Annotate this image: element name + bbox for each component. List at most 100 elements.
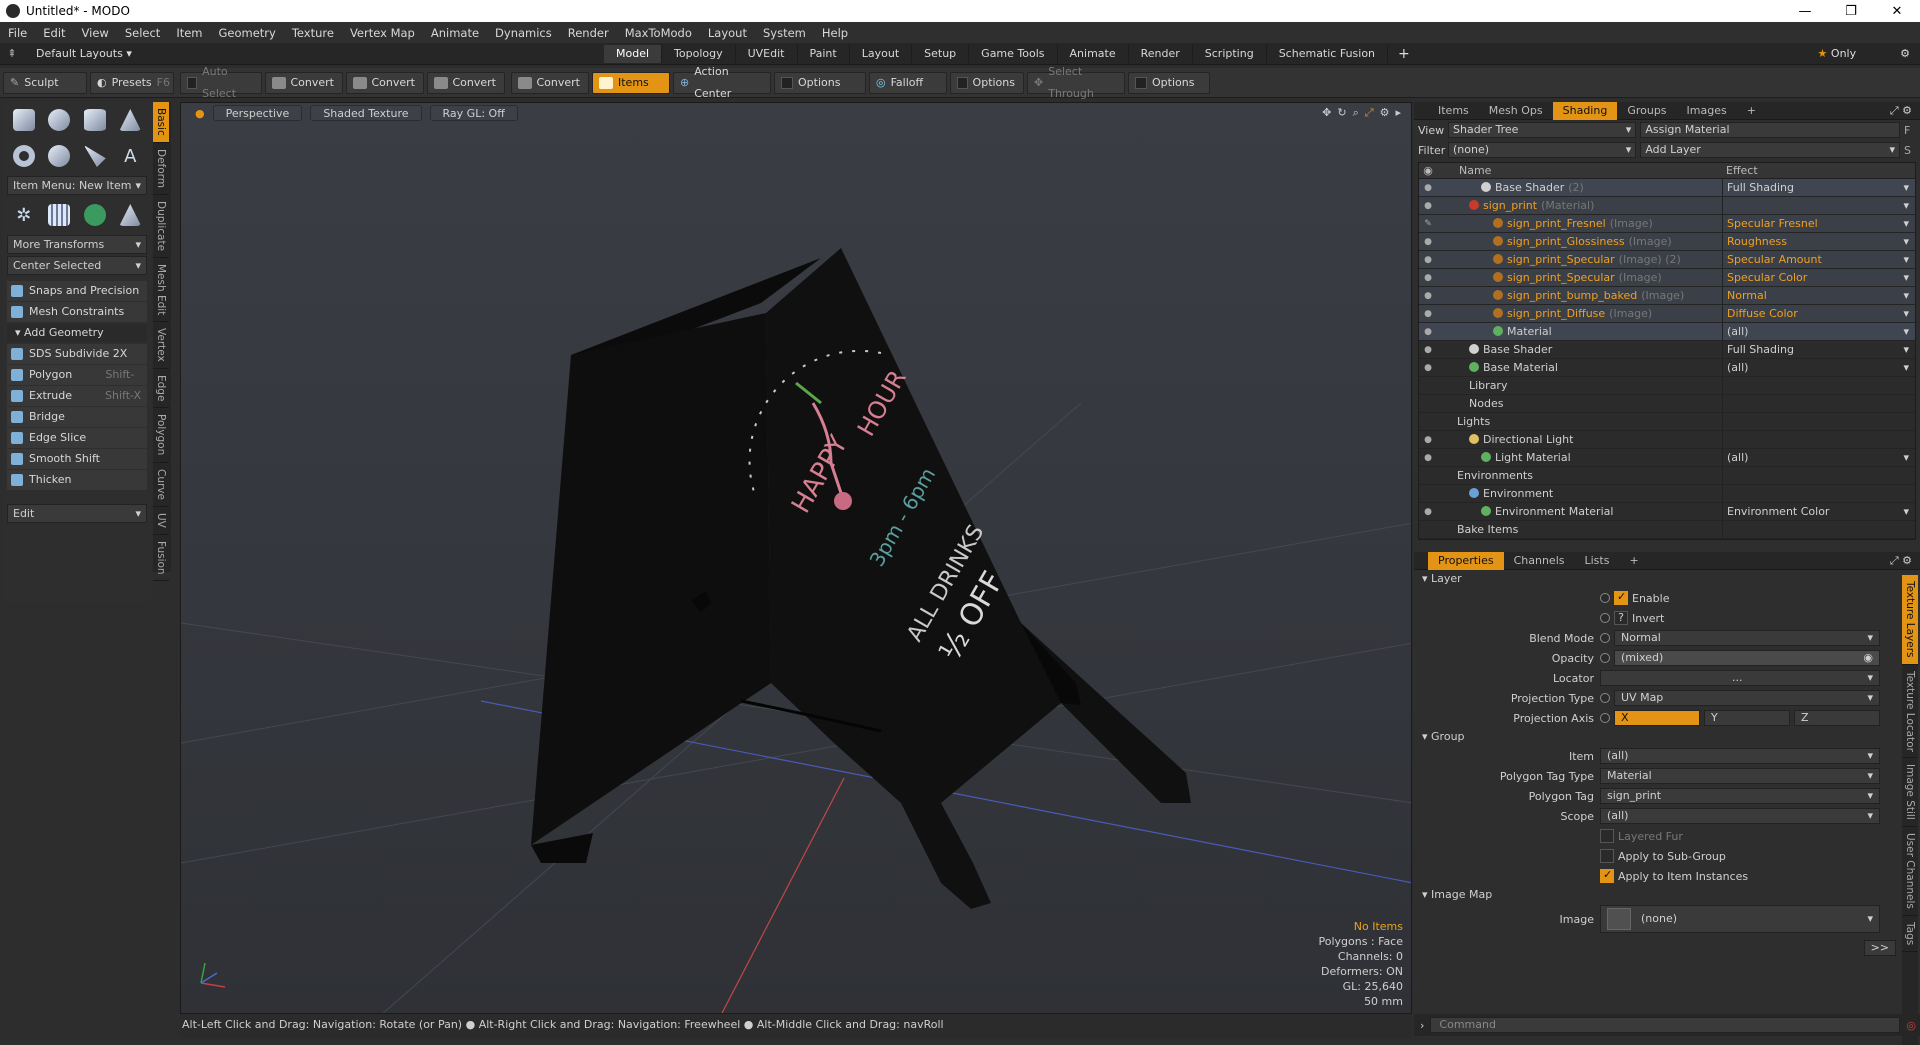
shader-tree-row[interactable]: Library <box>1419 377 1915 395</box>
3d-viewport[interactable]: HAPPY HOUR 3pm - 6pm ALL DRINKS ½ OFF ● … <box>180 102 1412 1014</box>
shading-mode-button[interactable]: Shaded Texture <box>310 105 422 121</box>
tab-images[interactable]: Images <box>1677 102 1737 120</box>
vtab-texture-layers[interactable]: Texture Layers <box>1902 575 1918 665</box>
image-map-section-header[interactable]: ▾ Image Map <box>1414 886 1900 904</box>
effect-dropdown-arrow-icon[interactable]: ▾ <box>1903 215 1909 232</box>
shader-tree-row[interactable]: ● Material (all) ▾ <box>1419 323 1915 341</box>
layer-section-header[interactable]: ▾ Layer <box>1414 570 1900 588</box>
layer-effect[interactable]: Full Shading ▾ <box>1722 341 1915 358</box>
visibility-toggle-icon[interactable]: ● <box>1419 269 1437 286</box>
convert-button-2[interactable]: Convert <box>346 71 424 94</box>
visibility-toggle-icon[interactable] <box>1419 485 1437 502</box>
menu-maxtomodo[interactable]: MaxToModo <box>617 26 700 40</box>
torus-icon[interactable] <box>9 142 39 170</box>
apply-sub-group-checkbox[interactable] <box>1600 849 1614 863</box>
shader-tree-row[interactable]: ● Directional Light <box>1419 431 1915 449</box>
cone-icon[interactable] <box>116 106 146 134</box>
menu-item[interactable]: Item <box>168 26 210 40</box>
vtab-uv[interactable]: UV <box>153 507 169 535</box>
vtab-curve[interactable]: Curve <box>153 463 169 507</box>
s-button[interactable]: S <box>1904 144 1916 157</box>
image-dropdown[interactable]: (none) ▾ <box>1600 905 1880 933</box>
vtab-vertex[interactable]: Vertex <box>153 322 169 369</box>
command-history-icon[interactable]: ◎ <box>1906 1019 1916 1032</box>
more-transforms-dropdown[interactable]: More Transforms ▾ <box>7 235 147 254</box>
effect-dropdown-arrow-icon[interactable]: ▾ <box>1903 323 1909 340</box>
properties-expand-icon[interactable]: ⤢ ⚙ <box>1890 554 1912 568</box>
layer-effect[interactable]: Diffuse Color ▾ <box>1722 305 1915 322</box>
fit-icon[interactable]: ⤢ <box>1365 106 1374 120</box>
command-expand-icon[interactable]: › <box>1420 1019 1424 1032</box>
shader-tree-row[interactable]: Bake Items <box>1419 521 1915 539</box>
menu-edit[interactable]: Edit <box>35 26 73 40</box>
shader-tree-row[interactable]: ● Base Shader (2) Full Shading ▾ <box>1419 179 1915 197</box>
tab-scripting[interactable]: Scripting <box>1193 44 1267 63</box>
enable-radio[interactable] <box>1600 593 1610 603</box>
effect-dropdown-arrow-icon[interactable]: ▾ <box>1903 233 1909 250</box>
visibility-toggle-icon[interactable]: ● <box>1419 503 1437 520</box>
pan-icon[interactable]: ✥ <box>1322 106 1331 120</box>
layer-effect[interactable]: (all) ▾ <box>1722 323 1915 340</box>
menu-file[interactable]: File <box>0 26 35 40</box>
visibility-toggle-icon[interactable]: ✎ <box>1419 215 1437 232</box>
edge-slice-button[interactable]: Edge Slice <box>7 428 147 448</box>
effect-dropdown-arrow-icon[interactable]: ▾ <box>1903 359 1909 376</box>
axis-x-button[interactable]: X <box>1614 710 1700 726</box>
vtab-texture-locator[interactable]: Texture Locator <box>1902 665 1918 759</box>
vtab-deform[interactable]: Deform <box>153 143 169 195</box>
menu-dynamics[interactable]: Dynamics <box>487 26 560 40</box>
select-through-button[interactable]: ✥ Select Through <box>1027 65 1125 100</box>
center-selected-dropdown[interactable]: Center Selected ▾ <box>7 256 147 275</box>
polygon-bevel-button[interactable]: Polygon BevelShift-B <box>7 365 147 401</box>
blend-mode-dropdown[interactable]: Normal ▾ <box>1614 630 1880 646</box>
pen-icon[interactable] <box>80 142 110 170</box>
tab-shading[interactable]: Shading <box>1552 101 1618 120</box>
locator-dropdown[interactable]: ... ▾ <box>1600 670 1880 686</box>
bridge-button[interactable]: Bridge <box>7 407 147 427</box>
capsule-icon[interactable] <box>45 142 75 170</box>
effect-dropdown-arrow-icon[interactable]: ▾ <box>1903 179 1909 196</box>
shader-tree-row[interactable]: ● sign_print (Material) ▾ <box>1419 197 1915 215</box>
visibility-toggle-icon[interactable]: ● <box>1419 305 1437 322</box>
vtab-fusion[interactable]: Fusion <box>153 535 169 582</box>
vtab-mesh-edit[interactable]: Mesh Edit <box>153 258 169 323</box>
effect-dropdown-arrow-icon[interactable]: ▾ <box>1903 305 1909 322</box>
menu-vertex-map[interactable]: Vertex Map <box>342 26 423 40</box>
add-geometry-header[interactable]: ▾ Add Geometry <box>7 324 147 342</box>
view-dropdown[interactable]: Shader Tree ▾ <box>1448 122 1637 138</box>
shader-tree-row[interactable]: ● sign_print_Specular (Image) Specular Colo… <box>1419 269 1915 287</box>
shader-tree-row[interactable]: ✎ sign_print_Fresnel (Image) Specular Fresn… <box>1419 215 1915 233</box>
proj-axis-radio[interactable] <box>1600 713 1610 723</box>
default-layouts-dropdown[interactable]: Default Layouts ▾ <box>24 47 604 60</box>
assign-material-button[interactable]: Assign Material <box>1640 122 1900 138</box>
enable-checkbox[interactable] <box>1614 590 1628 605</box>
add-panel-tab[interactable]: + <box>1737 102 1766 120</box>
add-layer-dropdown[interactable]: Add Layer ▾ <box>1640 142 1900 158</box>
layer-effect[interactable]: Normal ▾ <box>1722 287 1915 304</box>
shader-tree-row[interactable]: Lights <box>1419 413 1915 431</box>
tab-channels[interactable]: Channels <box>1504 552 1575 570</box>
grid-icon[interactable] <box>45 201 75 229</box>
layered-fur-checkbox[interactable] <box>1600 829 1614 843</box>
sculpt-button[interactable]: ✎ Sculpt <box>3 71 87 94</box>
layer-effect[interactable]: Specular Fresnel ▾ <box>1722 215 1915 232</box>
layer-effect[interactable]: Full Shading ▾ <box>1722 179 1915 196</box>
shader-tree-row[interactable]: Environments <box>1419 467 1915 485</box>
options-button-1[interactable]: Options <box>774 71 866 94</box>
item-menu-dropdown[interactable]: Item Menu: New Item ▾ <box>7 176 147 195</box>
maximize-button[interactable]: ❐ <box>1828 4 1874 19</box>
menu-view[interactable]: View <box>74 26 117 40</box>
settings-icon[interactable]: ⚙ <box>1900 47 1910 60</box>
apply-instances-checkbox[interactable] <box>1600 868 1614 883</box>
add-properties-tab[interactable]: + <box>1619 552 1648 570</box>
invert-radio[interactable] <box>1600 613 1610 623</box>
command-input[interactable]: Command <box>1430 1017 1901 1033</box>
visibility-toggle-icon[interactable]: ● <box>1419 251 1437 268</box>
vtab-tags[interactable]: Tags <box>1902 916 1918 953</box>
shader-tree-row[interactable]: Nodes <box>1419 395 1915 413</box>
options-button-2[interactable]: Options <box>950 71 1024 94</box>
col-name[interactable]: Name <box>1437 163 1722 178</box>
col-effect[interactable]: Effect <box>1722 163 1915 178</box>
cube-icon[interactable] <box>9 106 39 134</box>
visibility-toggle-icon[interactable]: ● <box>1419 287 1437 304</box>
